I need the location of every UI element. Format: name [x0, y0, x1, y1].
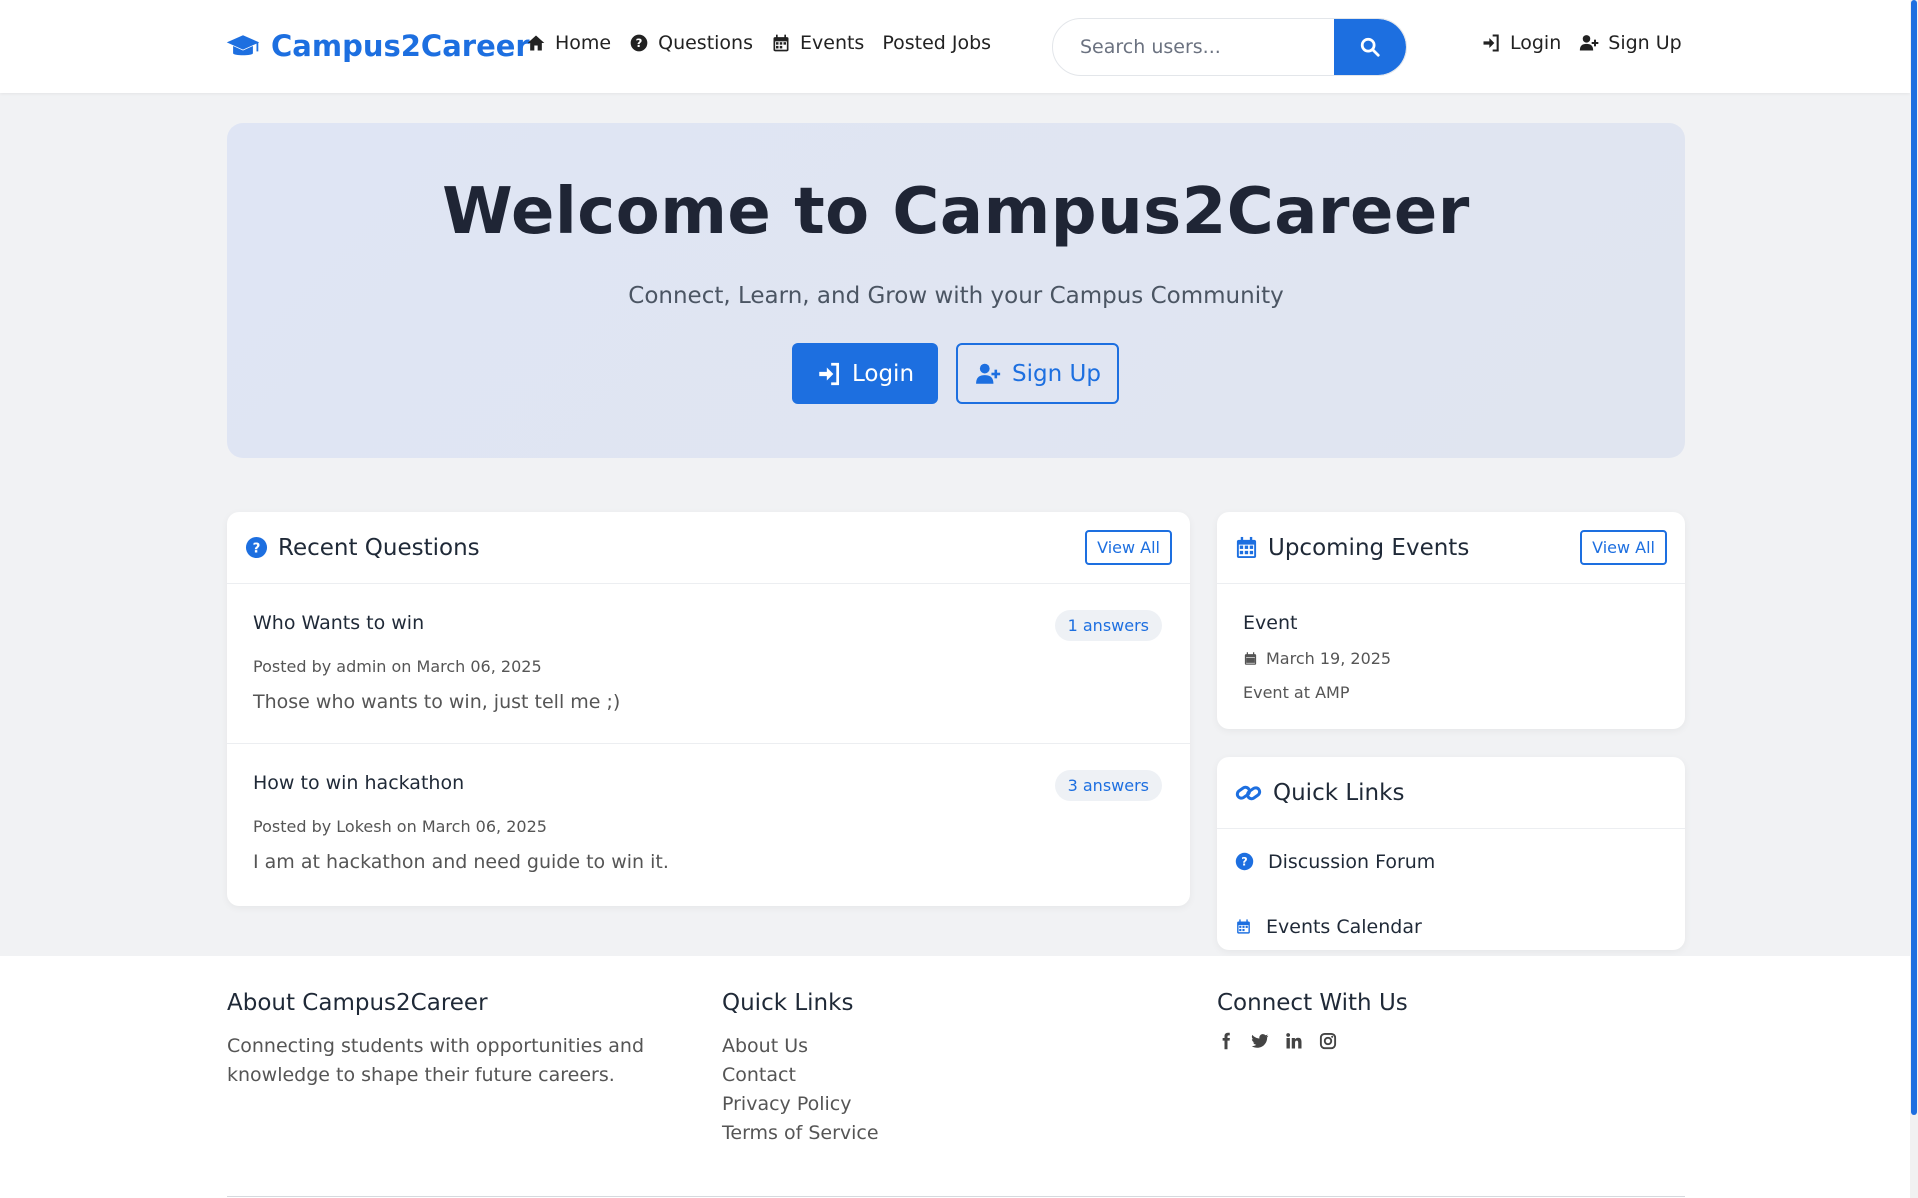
auth-links: Login Sign Up: [1481, 32, 1682, 54]
footer-quick-links: Quick Links About Us Contact Privacy Pol…: [722, 990, 879, 1148]
search-button[interactable]: [1334, 19, 1406, 75]
footer-connect: Connect With Us: [1217, 990, 1408, 1050]
question-item: How to win hackathon 3 answers Posted by…: [227, 744, 1190, 904]
nav-events-label: Events: [800, 32, 865, 54]
navbar: Campus2Career Home ? Questions Events Po…: [0, 0, 1910, 93]
footer-links-title: Quick Links: [722, 990, 854, 1016]
nav-posted-jobs[interactable]: Posted Jobs: [882, 32, 991, 54]
question-circle-icon: ?: [1235, 852, 1254, 871]
question-body: I am at hackathon and need guide to win …: [253, 851, 669, 873]
question-item: Who Wants to win 1 answers Posted by adm…: [227, 584, 1190, 744]
graduation-cap-icon: [226, 35, 260, 56]
footer-link-privacy-policy[interactable]: Privacy Policy: [722, 1090, 879, 1119]
footer-link-contact[interactable]: Contact: [722, 1061, 879, 1090]
event-location: Event at AMP: [1243, 683, 1350, 702]
svg-text:?: ?: [1241, 855, 1247, 868]
hero-banner: Welcome to Campus2Career Connect, Learn,…: [227, 123, 1685, 458]
footer-about-title: About Campus2Career: [227, 990, 488, 1016]
answers-badge: 1 answers: [1054, 610, 1162, 641]
upcoming-events-title-text: Upcoming Events: [1268, 534, 1470, 561]
user-plus-icon: [1580, 35, 1599, 51]
brand-name: Campus2Career: [271, 29, 530, 63]
question-circle-icon: ?: [630, 34, 648, 52]
question-meta: Posted by Lokesh on March 06, 2025: [253, 817, 547, 836]
footer-about-text: Connecting students with opportunities a…: [227, 1035, 644, 1086]
quick-link-events-calendar[interactable]: Events Calendar: [1217, 894, 1685, 959]
hero-actions: Login Sign Up: [792, 343, 1119, 404]
quick-link-label: Discussion Forum: [1268, 850, 1436, 873]
nav-home-label: Home: [555, 32, 612, 54]
recent-questions-title: ? Recent Questions: [245, 535, 480, 561]
nav-home[interactable]: Home: [526, 32, 611, 54]
nav-events[interactable]: Events: [771, 32, 864, 54]
svg-text:?: ?: [636, 36, 643, 50]
nav-links: Home ? Questions Events Posted Jobs: [526, 32, 991, 54]
quick-links-title-text: Quick Links: [1273, 779, 1405, 806]
quick-links-card: Quick Links ? Discussion Forum Events Ca…: [1217, 757, 1685, 950]
hero-subtitle: Connect, Learn, and Grow with your Campu…: [628, 283, 1284, 309]
upcoming-events-card: Upcoming Events View All Event March 19,…: [1217, 512, 1685, 729]
footer-about: About Campus2Career Connecting students …: [227, 990, 647, 1090]
instagram-icon[interactable]: [1319, 1032, 1337, 1050]
question-title[interactable]: Who Wants to win: [253, 612, 424, 634]
nav-signup-label: Sign Up: [1608, 32, 1682, 54]
recent-questions-title-text: Recent Questions: [278, 534, 480, 561]
hero-signup-button[interactable]: Sign Up: [956, 343, 1119, 404]
calendar-icon: [1236, 536, 1257, 559]
hero-login-label: Login: [851, 360, 915, 387]
quick-link-discussion-forum[interactable]: ? Discussion Forum: [1217, 829, 1685, 894]
facebook-icon[interactable]: [1217, 1032, 1235, 1050]
calendar-icon: [1244, 652, 1257, 665]
search-icon: [1360, 37, 1380, 57]
question-circle-icon: ?: [245, 536, 268, 559]
search-bar: [1052, 18, 1407, 76]
brand-logo[interactable]: Campus2Career: [225, 28, 530, 64]
social-links: [1217, 1032, 1408, 1050]
footer-link-terms-of-service[interactable]: Terms of Service: [722, 1119, 879, 1148]
hero-login-button[interactable]: Login: [792, 343, 938, 404]
nav-login-label: Login: [1510, 32, 1562, 54]
answers-badge: 3 answers: [1054, 770, 1162, 801]
svg-text:?: ?: [253, 541, 261, 556]
home-icon: [527, 35, 545, 51]
upcoming-events-header: Upcoming Events View All: [1217, 512, 1685, 584]
nav-questions-label: Questions: [658, 32, 753, 54]
nav-posted-jobs-label: Posted Jobs: [882, 32, 992, 54]
question-title[interactable]: How to win hackathon: [253, 772, 464, 794]
sign-in-icon: [819, 362, 839, 385]
quick-link-label: Events Calendar: [1266, 915, 1422, 938]
quick-links-header: Quick Links: [1217, 757, 1685, 829]
event-date: March 19, 2025: [1243, 649, 1391, 668]
link-icon: [1235, 785, 1262, 800]
nav-signup[interactable]: Sign Up: [1579, 32, 1682, 54]
calendar-icon: [1237, 919, 1250, 934]
recent-questions-card: ? Recent Questions View All Who Wants to…: [227, 512, 1190, 906]
event-item: Event March 19, 2025 Event at AMP: [1217, 584, 1685, 728]
nav-login[interactable]: Login: [1481, 32, 1561, 54]
twitter-icon[interactable]: [1251, 1032, 1269, 1050]
hero-signup-label: Sign Up: [1012, 360, 1101, 387]
recent-questions-header: ? Recent Questions View All: [227, 512, 1190, 584]
questions-view-all-button[interactable]: View All: [1085, 530, 1172, 565]
question-meta: Posted by admin on March 06, 2025: [253, 657, 542, 676]
search-input[interactable]: [1053, 19, 1335, 75]
footer-link-about-us[interactable]: About Us: [722, 1032, 879, 1061]
linkedin-icon[interactable]: [1285, 1032, 1303, 1050]
footer-connect-title: Connect With Us: [1217, 990, 1408, 1016]
events-view-all-button[interactable]: View All: [1580, 530, 1667, 565]
event-title[interactable]: Event: [1243, 612, 1297, 634]
hero-title: Welcome to Campus2Career: [442, 175, 1470, 249]
nav-questions[interactable]: ? Questions: [629, 32, 753, 54]
scrollbar-thumb[interactable]: [1911, 0, 1917, 1115]
sign-in-icon: [1483, 34, 1499, 52]
user-plus-icon: [976, 363, 1001, 384]
quick-links-title: Quick Links: [1235, 780, 1404, 806]
question-body: Those who wants to win, just tell me ;): [253, 691, 621, 713]
footer: About Campus2Career Connecting students …: [0, 956, 1910, 1198]
calendar-icon: [773, 34, 789, 52]
footer-divider: [227, 1196, 1685, 1197]
upcoming-events-title: Upcoming Events: [1235, 535, 1469, 561]
event-date-text: March 19, 2025: [1266, 649, 1392, 668]
